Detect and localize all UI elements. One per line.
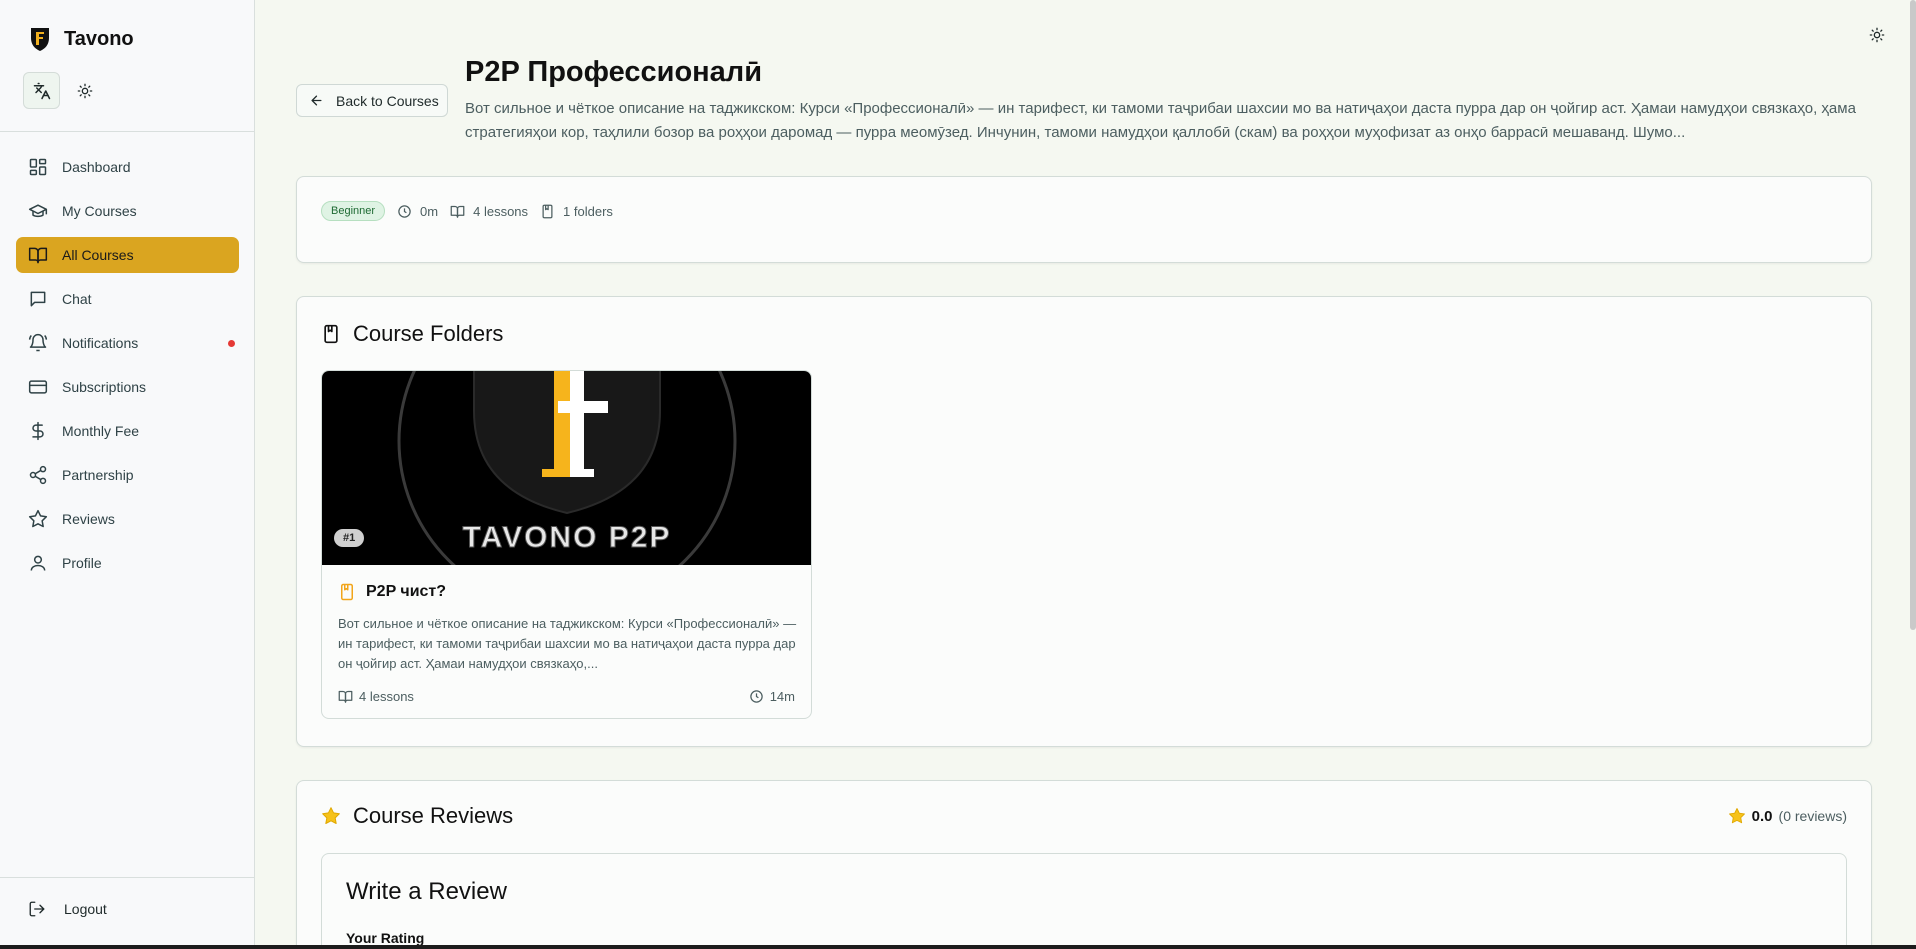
sidebar-item-partnership[interactable]: Partnership: [16, 457, 239, 493]
logout-icon: [29, 901, 45, 917]
user-icon: [30, 555, 46, 571]
back-button-label: Back to Courses: [336, 92, 439, 109]
logout-button[interactable]: Logout: [28, 900, 107, 918]
section-title: Course Reviews: [321, 803, 513, 829]
duration-value: 0m: [420, 203, 439, 219]
folder-card[interactable]: TAVONO P2P #1 P2P чист? Вот сильное и чё…: [321, 370, 812, 719]
course-description: Вот сильное и чёткое описание на таджикс…: [465, 100, 1856, 141]
rating-summary: 0.0 (0 reviews): [1728, 807, 1847, 825]
clock-icon: [398, 204, 411, 218]
bottom-edge: [0, 945, 1916, 949]
clock-icon: [749, 690, 763, 703]
sidebar-toolbar: [23, 72, 98, 109]
sidebar-item-chat[interactable]: Chat: [16, 281, 239, 317]
folder-lessons: 4 lessons: [338, 689, 414, 704]
sidebar-divider: [0, 131, 255, 132]
sidebar-item-label: Subscriptions: [62, 379, 147, 395]
level-badge: Beginner: [321, 201, 386, 221]
folder-book-icon: [542, 204, 553, 218]
brand-name: Tavono: [64, 27, 134, 50]
folder-duration-value: 14m: [769, 689, 795, 704]
dashboard-icon: [29, 158, 47, 176]
credit-card-icon: [28, 380, 48, 394]
lessons-meta: 4 lessons: [450, 204, 528, 219]
page-scrollbar[interactable]: [1910, 0, 1916, 630]
language-button[interactable]: [23, 72, 60, 109]
theme-toggle-button[interactable]: [72, 78, 98, 104]
sidebar-item-label: Chat: [62, 291, 92, 307]
logout-label: Logout: [64, 901, 107, 917]
brand-logo: [31, 28, 49, 51]
sidebar-item-label: Notifications: [62, 335, 139, 351]
dollar-icon: [32, 421, 44, 441]
course-folders-section: Course Folders TAVONO P2P #1 P2P чист? В…: [296, 296, 1872, 747]
sidebar-item-label: Monthly Fee: [62, 423, 140, 439]
sidebar-item-notifications[interactable]: Notifications: [16, 325, 239, 361]
folder-duration: 14m: [749, 689, 795, 704]
tavono-logo-image: TAVONO P2P: [397, 371, 737, 565]
graduation-cap-icon: [28, 204, 48, 218]
sidebar-item-label: Profile: [62, 555, 102, 571]
back-to-courses-button[interactable]: Back to Courses: [296, 84, 448, 117]
your-rating-label: Your Rating: [346, 930, 425, 946]
course-reviews-section: Course Reviews 0.0 (0 reviews) Write a R…: [296, 780, 1872, 949]
sidebar-item-dashboard[interactable]: Dashboard: [16, 149, 239, 185]
review-count: (0 reviews): [1778, 808, 1847, 824]
sun-icon: [1869, 27, 1885, 43]
folder-lessons-value: 4 lessons: [359, 689, 414, 704]
sidebar-item-label: Partnership: [62, 467, 134, 483]
folder-book-icon: [324, 324, 338, 344]
folder-title: P2P чист?: [338, 583, 446, 601]
write-review-form: Write a Review Your Rating: [321, 853, 1847, 949]
section-title-text: Course Folders: [353, 321, 504, 346]
duration-meta: 0m: [397, 204, 438, 219]
course-meta-row: Beginner 0m 4 lessons 1 folders: [321, 201, 613, 221]
sidebar-item-monthly-fee[interactable]: Monthly Fee: [16, 413, 239, 449]
sidebar-item-my-courses[interactable]: My Courses: [16, 193, 239, 229]
folder-title-text: P2P чист?: [366, 583, 447, 600]
brand[interactable]: Tavono: [28, 26, 134, 52]
sun-icon: [77, 83, 93, 98]
lessons-value: 4 lessons: [473, 203, 529, 219]
translate-icon: [33, 82, 50, 99]
book-open-icon: [450, 205, 465, 218]
chat-icon: [30, 291, 46, 307]
share-icon: [29, 465, 47, 485]
write-review-title: Write a Review: [346, 878, 507, 905]
arrow-left-icon: [311, 95, 322, 106]
section-title: Course Folders: [321, 321, 503, 347]
folders-meta: 1 folders: [540, 204, 613, 219]
folder-number-badge: #1: [334, 529, 365, 547]
course-meta-card: Beginner 0m 4 lessons 1 folders: [296, 176, 1872, 263]
theme-toggle-button[interactable]: [1866, 24, 1888, 46]
sidebar: Tavono Dashboard My Courses All Courses: [0, 0, 255, 945]
sidebar-item-label: All Courses: [62, 247, 134, 263]
page-title: P2P Профессионалӣ: [465, 56, 763, 88]
bell-icon: [28, 333, 48, 352]
star-icon: [322, 807, 340, 824]
book-open-icon: [338, 690, 353, 703]
sidebar-item-label: Dashboard: [62, 159, 131, 175]
book-open-icon: [28, 247, 48, 264]
folder-book-icon: [341, 583, 353, 601]
rating-value: 0.0: [1751, 807, 1773, 825]
sidebar-nav: Dashboard My Courses All Courses Chat No…: [16, 149, 239, 589]
sidebar-item-reviews[interactable]: Reviews: [16, 501, 239, 537]
star-icon: [1728, 808, 1745, 824]
folder-thumbnail: TAVONO P2P #1: [322, 371, 811, 565]
sidebar-item-subscriptions[interactable]: Subscriptions: [16, 369, 239, 405]
sidebar-item-all-courses[interactable]: All Courses: [16, 237, 239, 273]
sidebar-item-profile[interactable]: Profile: [16, 545, 239, 581]
sidebar-item-label: My Courses: [62, 203, 137, 219]
sidebar-item-label: Reviews: [62, 511, 115, 527]
section-title-text: Course Reviews: [353, 803, 514, 828]
folder-description: Вот сильное и чёткое описание на таджикс…: [338, 616, 797, 671]
notification-dot: [228, 340, 235, 347]
folders-value: 1 folders: [563, 203, 613, 219]
star-icon: [28, 509, 48, 528]
sidebar-divider: [0, 877, 255, 878]
logo-text: TAVONO P2P: [463, 521, 672, 554]
